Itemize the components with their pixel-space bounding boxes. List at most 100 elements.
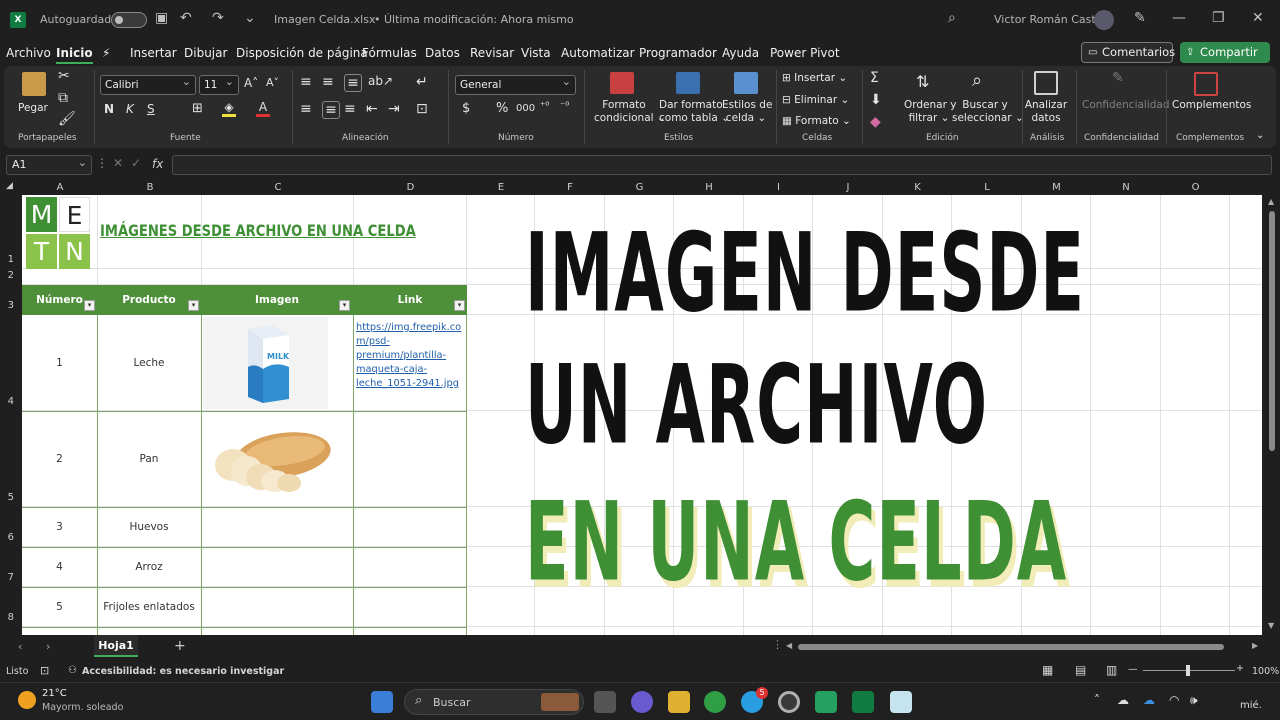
horizontal-scroll-thumb[interactable] [798, 644, 1224, 650]
menu-revisar[interactable]: Revisar [470, 46, 514, 60]
weather-temp[interactable]: 21°C [42, 688, 67, 699]
task-view-icon[interactable] [594, 691, 616, 713]
format-button[interactable]: ▦ Formato ⌄ [782, 115, 851, 128]
network-icon[interactable]: ◠ [1169, 693, 1179, 707]
comma-style-icon[interactable]: 000 [516, 103, 535, 114]
sun-icon[interactable] [18, 691, 36, 709]
col-k[interactable]: K [883, 182, 952, 193]
col-m[interactable]: M [1022, 182, 1091, 193]
bread-image[interactable] [203, 413, 343, 505]
align-bottom-icon[interactable]: ≡ [344, 74, 362, 92]
header-numero[interactable]: Número ▾ [22, 285, 97, 315]
format-table-button[interactable]: Dar formato como tabla ⌄ [659, 99, 730, 125]
align-center-icon[interactable]: ≡ [322, 101, 340, 119]
clear-icon[interactable]: ◆ [870, 114, 881, 130]
scroll-down-icon[interactable]: ▼ [1268, 621, 1274, 630]
menu-power-pivot[interactable]: Power Pivot [770, 46, 840, 60]
menu-programador[interactable]: Programador [639, 46, 717, 60]
zoom-in-icon[interactable]: + [1236, 663, 1244, 674]
weather-text[interactable]: Mayorm. soleado [42, 702, 123, 713]
menu-inicio[interactable]: Inicio [56, 46, 93, 64]
cell-product-3[interactable]: Huevos [97, 521, 201, 533]
header-producto[interactable]: Producto ▾ [97, 285, 201, 315]
formula-input[interactable] [172, 155, 1272, 175]
menu-datos[interactable]: Datos [425, 46, 460, 60]
search-icon[interactable]: ⌕ [948, 10, 956, 26]
cell-num-3[interactable]: 3 [22, 521, 97, 533]
more-sheets-icon[interactable]: ⋮ [772, 638, 783, 651]
insert-function-icon[interactable]: fx [152, 157, 163, 171]
conditional-format-button[interactable]: Formato condicional ⌄ [594, 99, 666, 125]
close-icon[interactable]: ✕ [1252, 10, 1264, 26]
restore-icon[interactable]: ❐ [1212, 10, 1225, 26]
teams-icon[interactable] [631, 691, 653, 713]
insert-button[interactable]: ⊞ Insertar ⌄ [782, 72, 847, 85]
italic-icon[interactable]: K [126, 102, 134, 116]
col-j[interactable]: J [813, 182, 883, 193]
addins-icon[interactable] [1194, 72, 1218, 96]
select-all-icon[interactable]: ◢ [6, 181, 13, 191]
filter-dropdown-icon[interactable]: ▾ [339, 300, 350, 311]
find-select-button[interactable]: Buscar y seleccionar ⌄ [952, 99, 1024, 125]
col-b[interactable]: B [98, 182, 202, 193]
camtasia-icon[interactable] [815, 691, 837, 713]
copy-icon[interactable]: ⧉ [58, 90, 68, 106]
row-4[interactable]: 4 [8, 396, 14, 407]
collapse-ribbon-icon[interactable]: ⌄ [1256, 130, 1264, 141]
scroll-up-icon[interactable]: ▲ [1268, 197, 1274, 206]
percent-icon[interactable]: % [496, 101, 508, 116]
conditional-format-icon[interactable] [610, 72, 634, 94]
redo-icon[interactable]: ↷ [212, 10, 224, 26]
underline-icon[interactable]: S [147, 102, 155, 116]
menu-disposicion[interactable]: Disposición de página [236, 46, 368, 60]
sort-filter-button[interactable]: Ordenar y filtrar ⌄ [904, 99, 956, 125]
prev-sheet-icon[interactable]: ‹ [18, 640, 22, 653]
row-8[interactable]: 8 [8, 612, 14, 623]
cell-num-4[interactable]: 4 [22, 561, 97, 573]
cell-num-5[interactable]: 5 [22, 601, 97, 613]
align-right-icon[interactable]: ≡ [344, 101, 356, 117]
menu-insertar[interactable]: Insertar [130, 46, 177, 60]
col-f[interactable]: F [535, 182, 605, 193]
normal-view-icon[interactable]: ▦ [1042, 663, 1053, 677]
row-7[interactable]: 7 [8, 572, 14, 583]
cell-styles-icon[interactable] [734, 72, 758, 94]
filter-dropdown-icon[interactable]: ▾ [84, 300, 95, 311]
share-button[interactable]: ⇪ Compartir [1180, 42, 1270, 63]
decrease-indent-icon[interactable]: ⇤ [366, 101, 378, 117]
sheet-tab-hoja1[interactable]: Hoja1 [94, 635, 138, 657]
row-2[interactable]: 2 [8, 270, 14, 281]
col-e[interactable]: E [467, 182, 535, 193]
bold-icon[interactable]: N [104, 102, 114, 116]
save-icon[interactable]: ▣ [155, 10, 168, 26]
zoom-slider-thumb[interactable] [1186, 665, 1190, 676]
chrome-icon[interactable] [704, 691, 726, 713]
lightning-icon[interactable]: ⚡ [102, 46, 110, 60]
last-modified[interactable]: • Última modificación: Ahora mismo [374, 13, 574, 26]
name-box[interactable]: A1 ⌄ [6, 155, 92, 175]
addins-button[interactable]: Complementos [1172, 99, 1251, 112]
cancel-entry-icon[interactable]: ✕ [113, 156, 123, 170]
paste-icon[interactable] [22, 72, 46, 96]
cell-num-2[interactable]: 2 [22, 453, 97, 465]
add-sheet-icon[interactable]: + [174, 638, 186, 654]
comments-button[interactable]: ▭ Comentarios [1081, 42, 1175, 63]
row-6[interactable]: 6 [8, 532, 14, 543]
number-format-select[interactable]: General [455, 73, 576, 95]
link-cell-1[interactable]: https://img.freepik.co m/psd- premium/pl… [356, 321, 461, 391]
cut-icon[interactable]: ✂ [58, 68, 70, 84]
header-imagen[interactable]: Imagen ▾ [201, 285, 353, 315]
undo-icon[interactable]: ↶ [180, 10, 192, 26]
format-painter-icon[interactable]: 🖌 [58, 111, 76, 127]
col-c[interactable]: C [202, 182, 354, 193]
wrap-text-icon[interactable]: ↵ [416, 74, 428, 90]
col-g[interactable]: G [605, 182, 674, 193]
analyze-data-button[interactable]: Analizar datos [1024, 99, 1068, 125]
file-explorer-icon[interactable] [668, 691, 690, 713]
increase-decimal-icon[interactable]: ⁺⁰ [540, 101, 549, 112]
find-icon[interactable]: ⌕ [972, 70, 982, 91]
analyze-data-icon[interactable] [1034, 71, 1058, 95]
borders-icon[interactable]: ⊞ [192, 101, 203, 116]
filter-dropdown-icon[interactable]: ▾ [188, 300, 199, 311]
milk-carton-image[interactable]: MILK [203, 317, 328, 409]
